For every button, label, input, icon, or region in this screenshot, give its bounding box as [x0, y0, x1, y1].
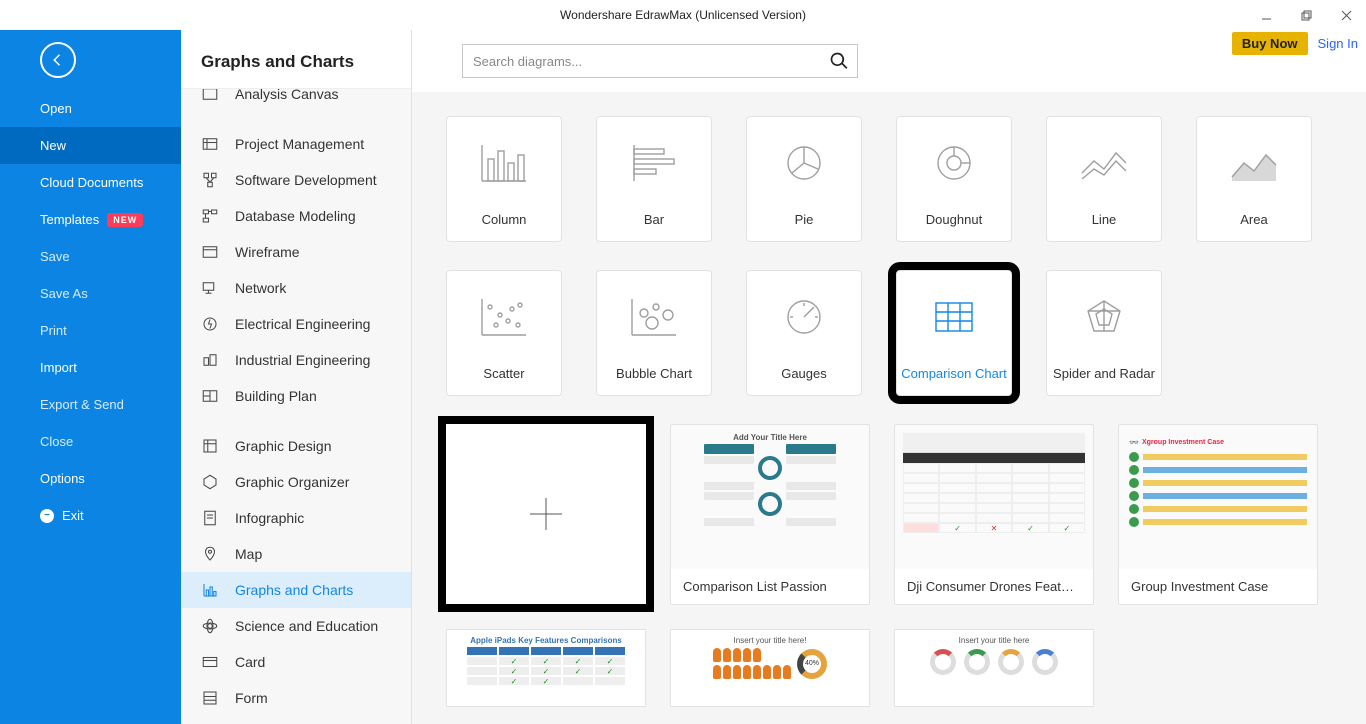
- tile-line[interactable]: Line: [1046, 116, 1162, 242]
- menu-options[interactable]: Options: [0, 460, 181, 497]
- menu-close[interactable]: Close: [0, 423, 181, 460]
- template-thumb: Add Your Title Here: [671, 425, 869, 569]
- category-heading: Graphs and Charts: [181, 30, 411, 89]
- tile-comparison-chart[interactable]: Comparison Chart: [896, 270, 1012, 396]
- scatter-chart-icon: [476, 293, 532, 341]
- restore-button[interactable]: [1286, 0, 1326, 30]
- database-icon: [201, 207, 219, 225]
- menu-exit[interactable]: − Exit: [0, 497, 181, 534]
- cat-project-management[interactable]: Project Management: [181, 126, 411, 162]
- cat-analysis-canvas[interactable]: Analysis Canvas: [181, 89, 411, 112]
- radar-chart-icon: [1076, 293, 1132, 341]
- electrical-icon: [201, 315, 219, 333]
- tile-area[interactable]: Area: [1196, 116, 1312, 242]
- back-button[interactable]: [40, 42, 76, 78]
- template-group-investment[interactable]: 👓Xgroup Investment Case Group Investment…: [1118, 424, 1318, 605]
- map-icon: [201, 545, 219, 563]
- software-icon: [201, 171, 219, 189]
- file-menu-sidebar: Open New Cloud Documents Templates NEW S…: [0, 30, 181, 724]
- cat-form[interactable]: Form: [181, 680, 411, 716]
- tile-bar[interactable]: Bar: [596, 116, 712, 242]
- search-box[interactable]: [462, 44, 858, 78]
- project-icon: [201, 135, 219, 153]
- menu-new[interactable]: New: [0, 127, 181, 164]
- analysis-canvas-icon: [201, 89, 219, 103]
- graphic-design-icon: [201, 437, 219, 455]
- line-chart-icon: [1076, 139, 1132, 187]
- app-title: Wondershare EdrawMax (Unlicensed Version…: [560, 8, 806, 22]
- search-icon[interactable]: [829, 51, 849, 71]
- cat-wireframe[interactable]: Wireframe: [181, 234, 411, 270]
- tile-doughnut[interactable]: Doughnut: [896, 116, 1012, 242]
- column-chart-icon: [476, 139, 532, 187]
- bubble-chart-icon: [626, 293, 682, 341]
- organizer-icon: [201, 473, 219, 491]
- exit-icon: −: [40, 509, 54, 523]
- cat-card[interactable]: Card: [181, 644, 411, 680]
- cat-database-modeling[interactable]: Database Modeling: [181, 198, 411, 234]
- menu-save-as[interactable]: Save As: [0, 275, 181, 312]
- tile-column[interactable]: Column: [446, 116, 562, 242]
- science-icon: [201, 617, 219, 635]
- charts-icon: [201, 581, 219, 599]
- sign-in-link[interactable]: Sign In: [1318, 36, 1358, 51]
- menu-save[interactable]: Save: [0, 238, 181, 275]
- cat-graphic-organizer[interactable]: Graphic Organizer: [181, 464, 411, 500]
- template-comparison-list[interactable]: Add Your Title Here Comparison List Pass…: [670, 424, 870, 605]
- titlebar: Wondershare EdrawMax (Unlicensed Version…: [0, 0, 1366, 30]
- menu-print[interactable]: Print: [0, 312, 181, 349]
- cat-software-development[interactable]: Software Development: [181, 162, 411, 198]
- cat-infographic[interactable]: Infographic: [181, 500, 411, 536]
- template-people[interactable]: Insert your title here! 40%: [670, 629, 870, 707]
- cat-network[interactable]: Network: [181, 270, 411, 306]
- template-thumb: ✓✕✓✓: [895, 425, 1093, 569]
- tile-bubble[interactable]: Bubble Chart: [596, 270, 712, 396]
- minimize-button[interactable]: [1246, 0, 1286, 30]
- buy-now-button[interactable]: Buy Now: [1232, 32, 1308, 55]
- pie-chart-icon: [776, 139, 832, 187]
- template-ipads[interactable]: Apple iPads Key Features Comparisons ✓✓✓…: [446, 629, 646, 707]
- content-area: Column Bar Pie Doughnut: [412, 30, 1366, 724]
- area-chart-icon: [1226, 139, 1282, 187]
- menu-import[interactable]: Import: [0, 349, 181, 386]
- cat-building-plan[interactable]: Building Plan: [181, 378, 411, 414]
- cat-science-and-education[interactable]: Science and Education: [181, 608, 411, 644]
- tile-gauges[interactable]: Gauges: [746, 270, 862, 396]
- building-icon: [201, 387, 219, 405]
- cat-graphs-and-charts[interactable]: Graphs and Charts: [181, 572, 411, 608]
- bar-chart-icon: [626, 139, 682, 187]
- new-badge: NEW: [107, 213, 143, 227]
- plus-icon: [524, 492, 568, 536]
- cat-industrial-engineering[interactable]: Industrial Engineering: [181, 342, 411, 378]
- template-rings[interactable]: Insert your title here: [894, 629, 1094, 707]
- search-input[interactable]: [473, 54, 829, 69]
- template-thumb: 👓Xgroup Investment Case: [1119, 425, 1317, 569]
- category-sidebar: Graphs and Charts Analysis Canvas Projec…: [181, 30, 412, 724]
- menu-templates-label: Templates: [40, 212, 99, 227]
- menu-cloud-documents[interactable]: Cloud Documents: [0, 164, 181, 201]
- infographic-icon: [201, 509, 219, 527]
- close-button[interactable]: [1326, 0, 1366, 30]
- cat-graphic-design[interactable]: Graphic Design: [181, 428, 411, 464]
- cat-map[interactable]: Map: [181, 536, 411, 572]
- template-blank[interactable]: [446, 424, 646, 604]
- gauge-icon: [776, 293, 832, 341]
- comparison-chart-icon: [926, 293, 982, 341]
- form-icon: [201, 689, 219, 707]
- menu-export-send[interactable]: Export & Send: [0, 386, 181, 423]
- menu-exit-label: Exit: [62, 508, 84, 523]
- wireframe-icon: [201, 243, 219, 261]
- network-icon: [201, 279, 219, 297]
- doughnut-chart-icon: [926, 139, 982, 187]
- template-dji-drones[interactable]: ✓✕✓✓ Dji Consumer Drones Features C...: [894, 424, 1094, 605]
- tile-spider-radar[interactable]: Spider and Radar: [1046, 270, 1162, 396]
- tile-pie[interactable]: Pie: [746, 116, 862, 242]
- tile-scatter[interactable]: Scatter: [446, 270, 562, 396]
- menu-templates[interactable]: Templates NEW: [0, 201, 181, 238]
- cat-electrical-engineering[interactable]: Electrical Engineering: [181, 306, 411, 342]
- menu-open[interactable]: Open: [0, 90, 181, 127]
- industrial-icon: [201, 351, 219, 369]
- card-icon: [201, 653, 219, 671]
